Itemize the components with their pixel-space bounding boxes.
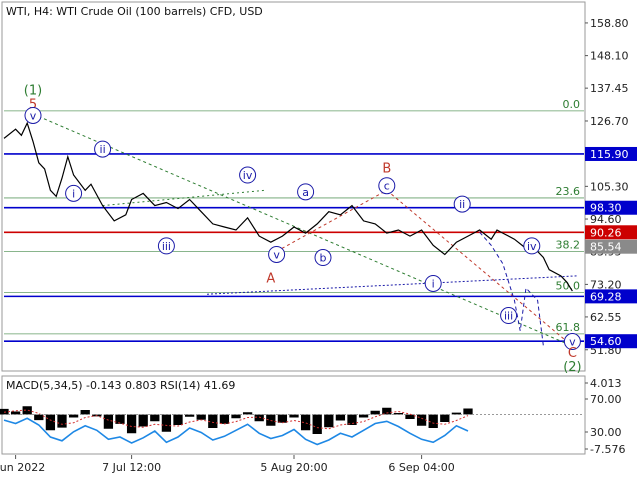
x-tick-label: 8 Jun 2022 xyxy=(0,461,45,474)
wave-label: i xyxy=(72,187,75,200)
chart-canvas: 0.023.638.250.061.8(1)5viiiiiiivvAabBcii… xyxy=(0,1,637,474)
ind-tick-label: 70.00 xyxy=(590,393,622,406)
macd-bar xyxy=(405,414,415,419)
chart-title: WTI, H4: WTI Crude Oil (100 barrels) CFD… xyxy=(6,5,263,18)
macd-bar xyxy=(57,414,67,428)
macd-bar xyxy=(324,414,334,428)
y-tick-label: 158.80 xyxy=(590,17,629,30)
price-tag-label: 90.26 xyxy=(590,226,622,239)
x-tick-label: 5 Aug 20:00 xyxy=(260,461,327,474)
macd-bar xyxy=(335,414,346,421)
price-tag-label: 69.28 xyxy=(590,290,622,303)
wave-label: v xyxy=(30,109,37,122)
wave-label: (2) xyxy=(563,360,581,375)
macd-bar xyxy=(370,410,380,415)
macd-bar xyxy=(196,414,206,420)
wave-label: iv xyxy=(527,240,537,253)
price-tag-label: 85.54 xyxy=(590,241,622,254)
price-tag-label: 98.30 xyxy=(590,202,622,215)
fib-label: 0.0 xyxy=(563,98,581,111)
macd-bar xyxy=(45,414,56,431)
macd-bar xyxy=(115,414,125,424)
x-tick-label: 6 Sep 04:00 xyxy=(388,461,454,474)
fib-label: 50.0 xyxy=(556,280,581,293)
y-tick-label: 105.30 xyxy=(590,180,629,193)
macd-bar xyxy=(80,410,90,415)
wave-label: (1) xyxy=(24,84,42,99)
macd-bar xyxy=(440,414,450,422)
macd-bar xyxy=(312,414,322,434)
macd-bar xyxy=(161,414,172,432)
macd-bar xyxy=(254,414,264,422)
fib-label: 38.2 xyxy=(556,238,581,251)
price-tag-label: 115.90 xyxy=(590,148,629,161)
wave-label: a xyxy=(302,186,309,199)
wave-label: i xyxy=(432,277,435,290)
macd-bar xyxy=(463,408,473,415)
macd-bar xyxy=(173,414,183,425)
macd-bar xyxy=(103,414,114,429)
macd-bar xyxy=(219,414,230,424)
y-tick-label: 126.70 xyxy=(590,115,629,128)
macd-bar xyxy=(138,414,148,427)
y-tick-label: 137.45 xyxy=(590,82,629,95)
macd-bar xyxy=(231,414,241,419)
macd-bar xyxy=(416,414,427,426)
wave-label: C xyxy=(568,346,577,361)
y-tick-label: 94.60 xyxy=(590,213,622,226)
macd-bar xyxy=(126,414,137,434)
wave-label: ii xyxy=(100,143,106,156)
wave-label: iii xyxy=(504,310,513,323)
ind-tick-label: -7.576 xyxy=(590,443,625,456)
wave-label: iii xyxy=(162,240,171,253)
indicator-label: MACD(5,34,5) -0.143 0.803 RSI(14) 41.69 xyxy=(6,379,235,392)
wave-label: A xyxy=(266,271,275,286)
macd-bar xyxy=(277,414,288,423)
x-tick-label: 7 Jul 12:00 xyxy=(102,461,161,474)
macd-bar xyxy=(0,408,9,415)
ind-tick-label: 4.013 xyxy=(590,377,622,390)
wave-label: b xyxy=(320,252,327,265)
ind-tick-label: 30.00 xyxy=(590,426,622,439)
fib-label: 23.6 xyxy=(556,185,581,198)
wave-label: B xyxy=(382,161,391,176)
wave-label: ii xyxy=(459,198,465,211)
macd-bar xyxy=(150,414,160,422)
wave-label: c xyxy=(384,180,390,193)
macd-bar xyxy=(34,414,44,421)
y-tick-label: 62.55 xyxy=(590,311,622,324)
fib-label: 61.8 xyxy=(556,321,581,334)
wave-label: v xyxy=(273,248,280,261)
y-tick-label: 148.10 xyxy=(590,50,629,63)
price-tag-label: 54.60 xyxy=(590,335,622,348)
wave-label: iv xyxy=(243,169,253,182)
